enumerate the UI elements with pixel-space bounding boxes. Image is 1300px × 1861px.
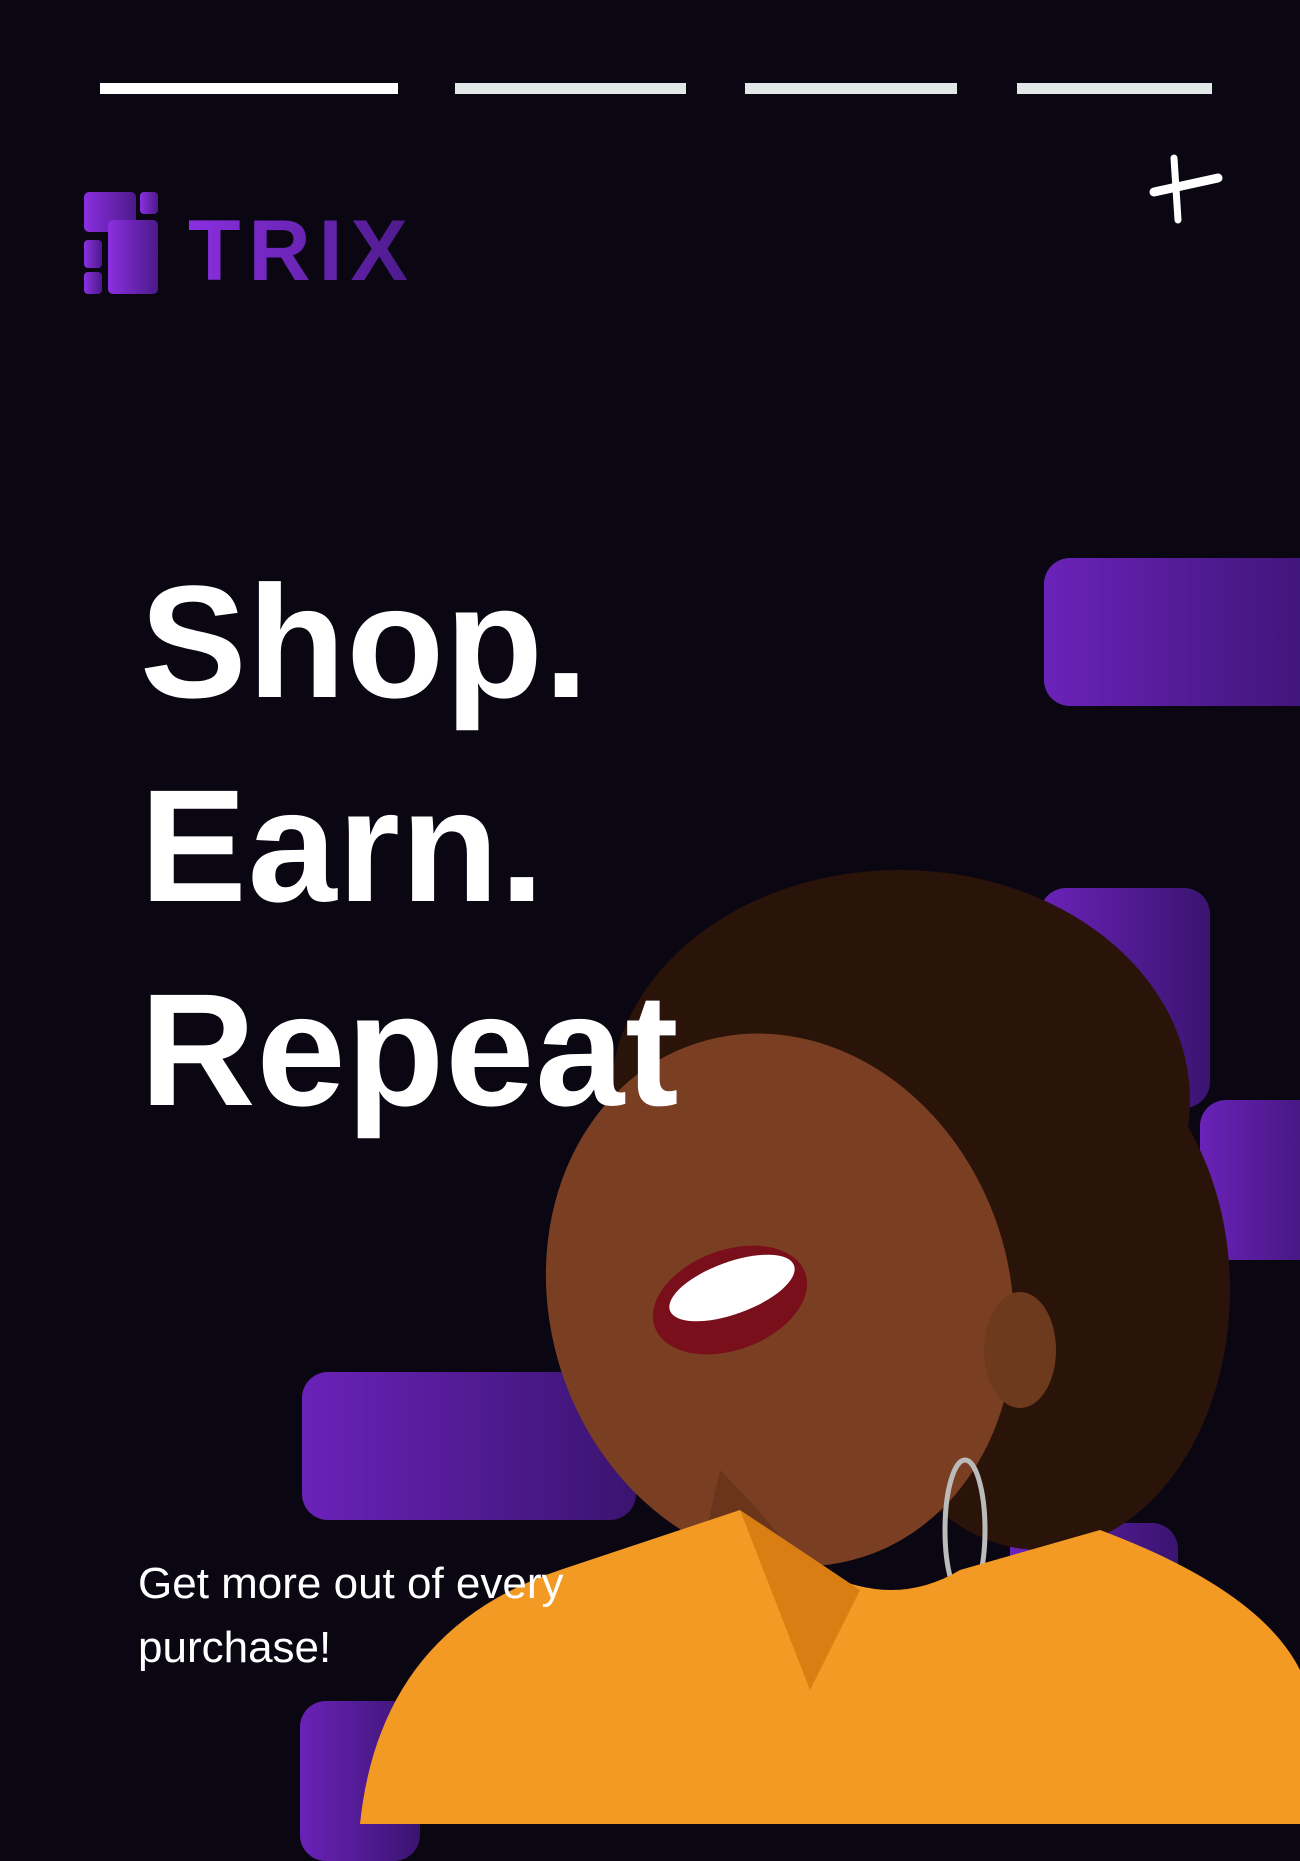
decor-shape: [1044, 558, 1300, 706]
progress-segment-3[interactable]: [745, 83, 957, 94]
close-button[interactable]: [1148, 150, 1224, 226]
headline-line-earn: Earn.: [140, 756, 546, 935]
close-icon: [1149, 154, 1223, 224]
svg-text:TRIX: TRIX: [188, 203, 416, 296]
headline-line-repeat: Repeat: [140, 960, 680, 1139]
progress-segment-4[interactable]: [1017, 83, 1212, 94]
headline: Shop. Earn. Repeat: [140, 540, 680, 1152]
logo-mark-icon: TRIX: [84, 192, 416, 299]
trix-logo: TRIX: [84, 190, 424, 299]
progress-segment-2[interactable]: [455, 83, 686, 94]
subtitle: Get more out of every purchase!: [138, 1559, 564, 1672]
progress-segment-1[interactable]: [100, 83, 398, 94]
headline-line-shop: Shop.: [140, 552, 590, 731]
